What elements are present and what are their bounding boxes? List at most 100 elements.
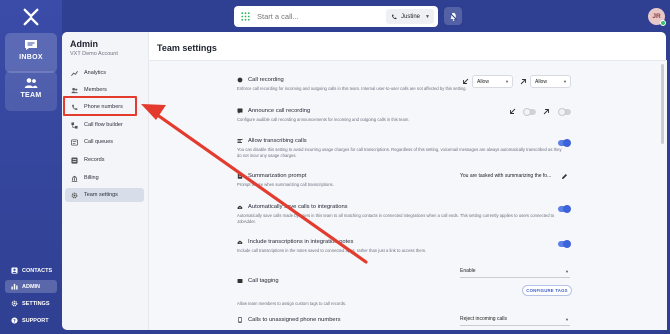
records-icon <box>71 156 78 164</box>
call-bar: Justine ▼ <box>234 6 438 27</box>
settings-label: SETTINGS <box>22 300 50 307</box>
configure-tags-button[interactable]: CONFIGURE TAGS <box>522 285 572 296</box>
main-panel: Team settings Call recording Enforce cal… <box>148 32 667 330</box>
caller-id-select[interactable]: Justine ▼ <box>386 9 434 24</box>
help-icon: ? <box>11 317 18 324</box>
setting-title: Allow transcribing calls <box>248 138 307 144</box>
annotation-highlight-box <box>63 96 137 116</box>
setting-description: Prompt to use when summarizing call tran… <box>237 182 334 187</box>
nav-call-flow-builder[interactable]: Call flow builder <box>65 118 144 132</box>
chevron-down-icon: ▼ <box>505 79 509 84</box>
admin-title: Admin <box>70 39 98 49</box>
phone-icon <box>392 14 397 19</box>
transcribing-toggle[interactable] <box>558 139 571 147</box>
select-value: Reject incoming calls <box>460 316 507 322</box>
setting-allow-transcribing: Allow transcribing calls You can disable… <box>237 138 577 158</box>
app-logo[interactable] <box>22 8 40 26</box>
incoming-arrow-icon <box>510 108 516 114</box>
summarization-prompt-value[interactable]: You are tasked with summarizing the fo..… <box>460 173 560 179</box>
recording-incoming-select[interactable]: Allow ▼ <box>472 75 513 88</box>
members-icon <box>71 87 78 93</box>
setting-description: Enforce call recording for incoming and … <box>237 86 467 91</box>
admin-sidebar: Admin VXT Demo Account Analytics Members… <box>62 32 148 330</box>
gear-icon <box>71 192 78 198</box>
nav-call-queues[interactable]: Call queues <box>65 135 144 149</box>
support-label: SUPPORT <box>22 317 49 324</box>
nav-label: Call queues <box>84 139 114 145</box>
announce-outgoing-toggle[interactable] <box>558 108 571 116</box>
team-button[interactable]: TEAM <box>5 71 57 111</box>
transcribe-icon <box>237 139 243 143</box>
record-icon <box>237 77 243 83</box>
nav-billing[interactable]: Billing <box>65 171 144 185</box>
chevron-down-icon: ▼ <box>565 269 569 274</box>
nav-members[interactable]: Members <box>65 83 144 97</box>
recording-outgoing-select[interactable]: Allow ▼ <box>530 75 571 88</box>
announce-incoming-toggle[interactable] <box>523 108 536 116</box>
outgoing-arrow-icon <box>543 109 549 115</box>
setting-description: You can disable this setting to avoid in… <box>237 147 562 158</box>
scrollbar[interactable] <box>661 64 664 144</box>
support-button[interactable]: ? SUPPORT <box>5 314 57 327</box>
select-value: Allow <box>535 78 547 85</box>
team-label: TEAM <box>20 92 42 99</box>
setting-title: Include transcriptions in integration no… <box>248 239 354 245</box>
setting-description: Allow team members to assign custom tags… <box>237 301 347 306</box>
admin-label: ADMIN <box>22 283 41 290</box>
inbox-label: INBOX <box>19 54 43 61</box>
setting-title: Call tagging <box>248 278 279 284</box>
document-icon <box>237 173 243 179</box>
team-icon <box>24 78 38 88</box>
setting-title: Summarization prompt <box>248 173 307 179</box>
start-call-input[interactable] <box>257 12 367 21</box>
nav-team-settings[interactable]: Team settings <box>65 188 144 202</box>
admin-button[interactable]: ADMIN <box>5 280 57 293</box>
dialpad-icon[interactable] <box>241 12 250 21</box>
setting-call-tagging: Call tagging <box>237 278 577 284</box>
mobile-icon <box>238 317 242 323</box>
analytics-icon <box>71 70 78 76</box>
chevron-down-icon: ▼ <box>565 317 569 322</box>
account-name: VXT Demo Account <box>70 51 118 57</box>
cloud-upload-icon <box>237 240 243 244</box>
announce-icon <box>237 108 243 114</box>
setting-include-transcriptions: Include transcriptions in integration no… <box>237 239 577 254</box>
edit-icon[interactable] <box>561 173 568 180</box>
unassigned-numbers-select[interactable]: Reject incoming calls ▼ <box>460 316 570 326</box>
bell-off-icon <box>449 12 457 21</box>
online-status-dot <box>660 20 666 26</box>
nav-label: Analytics <box>84 70 107 76</box>
billing-icon <box>71 175 78 182</box>
setting-title: Call recording <box>248 77 284 83</box>
user-avatar[interactable]: JR <box>648 8 666 26</box>
notifications-mute-button[interactable] <box>444 7 462 25</box>
auto-save-integrations-toggle[interactable] <box>558 205 571 213</box>
flow-icon <box>71 121 78 129</box>
nav-analytics[interactable]: Analytics <box>65 66 144 80</box>
contacts-label: CONTACTS <box>22 267 53 274</box>
setting-title: Automatically save calls to integrations <box>248 204 348 210</box>
settings-button[interactable]: SETTINGS <box>5 297 57 310</box>
chevron-down-icon: ▼ <box>425 13 430 20</box>
nav-records[interactable]: Records <box>65 153 144 167</box>
page-title: Team settings <box>157 43 217 53</box>
nav-label: Team settings <box>84 192 118 198</box>
cloud-upload-icon <box>237 205 243 209</box>
nav-label: Members <box>84 87 107 93</box>
incoming-arrow-icon <box>463 78 469 84</box>
queue-icon <box>71 138 78 146</box>
gear-icon <box>11 300 18 307</box>
nav-label: Billing <box>84 175 99 181</box>
call-tagging-select[interactable]: Enable ▼ <box>460 268 570 278</box>
include-transcriptions-toggle[interactable] <box>558 240 571 248</box>
setting-title: Announce call recording <box>248 108 311 114</box>
setting-title: Calls to unassigned phone numbers <box>248 317 341 323</box>
contacts-button[interactable]: CONTACTS <box>5 264 57 277</box>
select-value: Enable <box>460 268 476 274</box>
left-rail: INBOX TEAM CONTACTS ADMIN SETTINGS ? SUP… <box>0 0 62 334</box>
setting-description: Configure audible call recording announc… <box>237 117 410 122</box>
outgoing-arrow-icon <box>520 79 526 85</box>
chat-icon <box>25 40 37 50</box>
setting-description: Automatically save calls made by users i… <box>237 213 555 224</box>
inbox-button[interactable]: INBOX <box>5 33 57 73</box>
